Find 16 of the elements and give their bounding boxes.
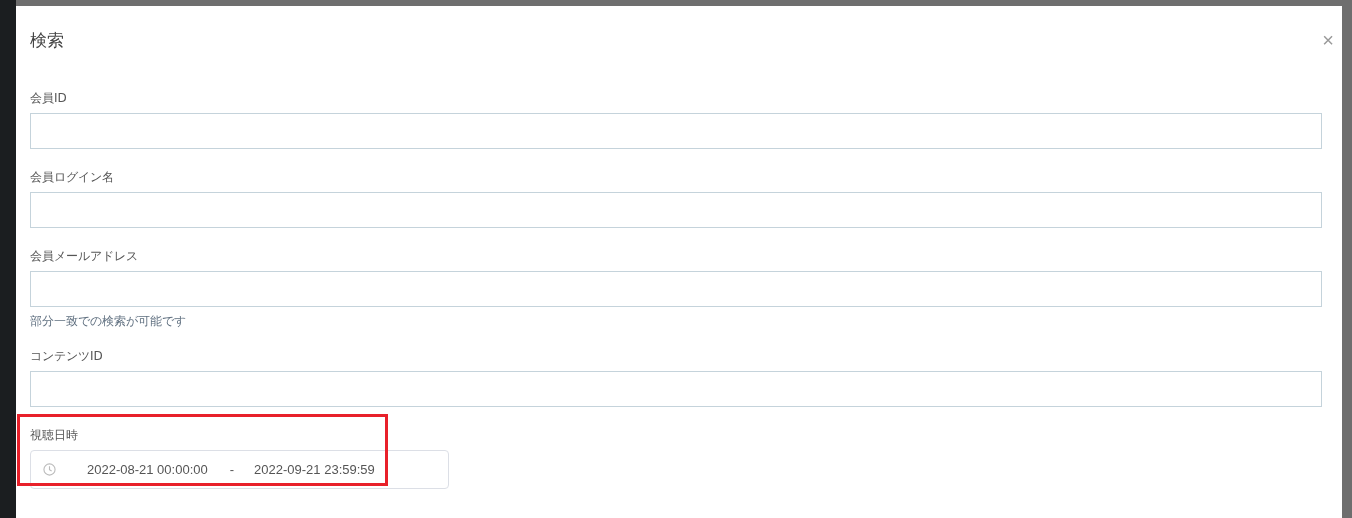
- dialog-title: 検索: [30, 28, 64, 52]
- text-field[interactable]: [30, 113, 1322, 149]
- clock-icon: [43, 463, 56, 476]
- field-label: 視聴日時: [30, 427, 79, 443]
- date-range-field[interactable]: 2022-08-21 00:00:00 - 2022-09-21 23:59:59: [30, 450, 449, 489]
- text-field[interactable]: [30, 271, 1322, 307]
- start-date: 2022-08-21 00:00:00: [87, 462, 208, 477]
- field-label: 会員ID: [30, 90, 68, 106]
- text-field[interactable]: [30, 192, 1322, 228]
- field-label: コンテンツID: [30, 348, 104, 364]
- range-separator: -: [229, 462, 235, 477]
- field-label: 会員メールアドレス: [30, 248, 139, 264]
- field-hint: 部分一致での検索が可能です: [30, 314, 187, 328]
- field-label: 会員ログイン名: [30, 169, 115, 185]
- text-field[interactable]: [30, 371, 1322, 407]
- end-date: 2022-09-21 23:59:59: [254, 462, 375, 477]
